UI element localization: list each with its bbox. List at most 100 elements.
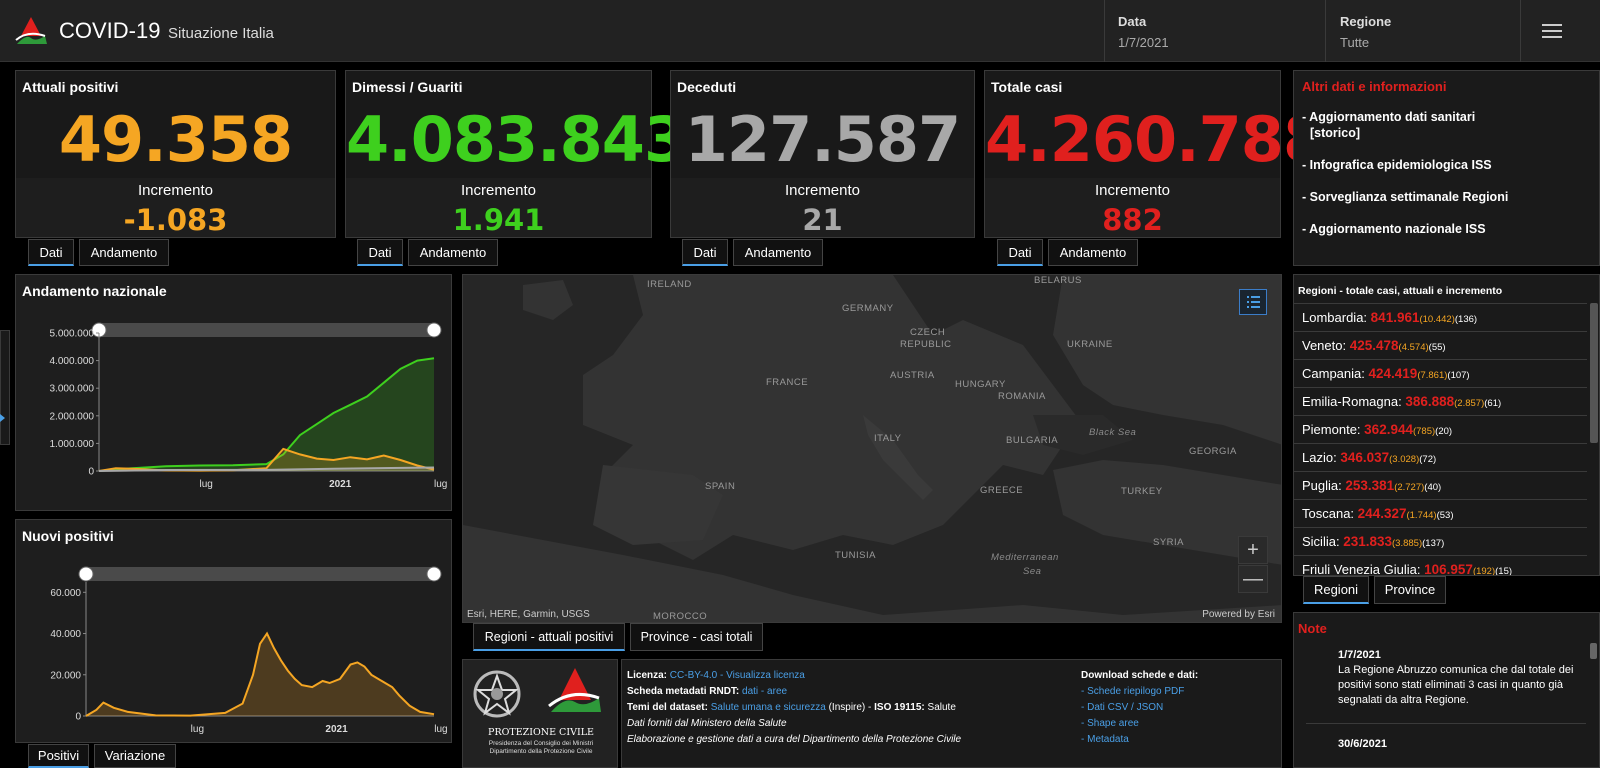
kpi-increment-label: Incremento	[784, 182, 861, 199]
y-tick-label: 40.000	[50, 629, 81, 640]
region-name: Piemonte:	[1302, 422, 1361, 437]
note-divider	[1306, 723, 1586, 724]
link-aggiornamento-iss[interactable]: - Aggiornamento nazionale ISS	[1302, 221, 1486, 237]
repubblica-emblem-icon	[473, 670, 521, 718]
side-panel-collapsed[interactable]	[0, 330, 10, 445]
map-label: TUNISIA	[835, 550, 876, 561]
download-pdf-link[interactable]: Schede riepilogo PDF	[1087, 686, 1184, 697]
region-increment: (55)	[1428, 342, 1446, 353]
region-name: Emilia-Romagna:	[1302, 394, 1402, 409]
range-slider-handle[interactable]	[78, 566, 94, 582]
kpi-value: 4.083.843	[346, 103, 687, 176]
powered-by-esri-link[interactable]: Powered by Esri	[1202, 609, 1275, 620]
region-current: (10.442)	[1419, 314, 1455, 325]
map-label: BULGARIA	[1006, 435, 1059, 446]
kpi-value: 127.587	[684, 103, 961, 176]
tab-province-casi-totali[interactable]: Province - casi totali	[630, 623, 763, 651]
themes-inspire: (Inspire) -	[825, 702, 875, 713]
region-row[interactable]: Lombardia: 841.961(10.442)(136)	[1294, 303, 1587, 331]
tab-regioni[interactable]: Regioni	[1303, 576, 1369, 604]
metadata-separator: -	[758, 686, 768, 697]
region-current: (7.861)	[1417, 370, 1448, 381]
kpi-title: Deceduti	[677, 79, 737, 95]
metadata-dati-link[interactable]: dati	[742, 686, 758, 697]
link-sorveglianza-regioni[interactable]: - Sorveglianza settimanale Regioni	[1302, 189, 1508, 205]
tab-andamento[interactable]: Andamento	[79, 239, 169, 266]
footer-info-panel: Licenza: CC-BY-4.0 - Visualizza licenza …	[621, 659, 1282, 768]
tab-regioni-attuali-positivi[interactable]: Regioni - attuali positivi	[473, 623, 625, 651]
tab-province[interactable]: Province	[1374, 576, 1446, 604]
region-row[interactable]: Toscana: 244.327(1.744)(53)	[1294, 499, 1587, 527]
region-row[interactable]: Friuli Venezia Giulia: 106.957(192)(15)	[1294, 555, 1587, 576]
range-slider-handle[interactable]	[426, 322, 442, 338]
regions-title: Regioni - totale casi, attuali e increme…	[1298, 285, 1503, 297]
y-tick-label: 60.000	[50, 588, 81, 599]
themes-link[interactable]: Salute umana e sicurezza	[711, 702, 826, 713]
download-shape-link[interactable]: Shape aree	[1087, 718, 1139, 729]
map-label: GREECE	[980, 485, 1024, 496]
region-row[interactable]: Puglia: 253.381(2.727)(40)	[1294, 471, 1587, 499]
kpi-deceduti: Deceduti 127.587 Incremento 21	[670, 70, 975, 238]
tab-dati[interactable]: Dati	[357, 239, 403, 266]
region-row[interactable]: Piemonte: 362.944(785)(20)	[1294, 415, 1587, 443]
region-name: Puglia:	[1302, 478, 1342, 493]
map-label: CZECH	[910, 327, 946, 338]
view-license-link[interactable]: Visualizza licenza	[726, 670, 805, 681]
region-row[interactable]: Campania: 424.419(7.861)(107)	[1294, 359, 1587, 387]
region-increment: (20)	[1435, 426, 1453, 437]
map-label: ITALY	[874, 433, 902, 444]
region-name: Friuli Venezia Giulia:	[1302, 562, 1421, 576]
date-selector[interactable]: 1/7/2021	[1118, 35, 1169, 50]
license-link[interactable]: CC-BY-4.0	[670, 670, 717, 681]
region-increment: (61)	[1484, 398, 1502, 409]
download-metadata-link[interactable]: Metadata	[1087, 734, 1129, 745]
tab-positivi[interactable]: Positivi	[28, 744, 89, 768]
zoom-out-button[interactable]: —	[1238, 565, 1268, 593]
region-row[interactable]: Sicilia: 231.833(3.885)(137)	[1294, 527, 1587, 555]
hamburger-menu-icon[interactable]	[1540, 20, 1564, 42]
region-name: Veneto:	[1302, 338, 1347, 353]
region-increment: (137)	[1422, 538, 1445, 549]
tab-dati[interactable]: Dati	[682, 239, 728, 266]
link-storico[interactable]: [storico]	[1310, 125, 1360, 141]
map-basemap	[463, 275, 1281, 622]
map-label: FRANCE	[766, 377, 809, 388]
download-csv-json-link[interactable]: Dati CSV / JSON	[1087, 702, 1163, 713]
data-management-text: Elaborazione e gestione dati a cura del …	[627, 734, 962, 745]
map-view[interactable]: IRELAND BELARUS GERMANY CZECH REPUBLIC U…	[462, 274, 1282, 623]
notes-scrollbar[interactable]	[1590, 643, 1597, 659]
expand-arrow-icon[interactable]	[0, 414, 5, 422]
tab-dati[interactable]: Dati	[997, 239, 1043, 266]
map-legend-button[interactable]	[1239, 289, 1267, 315]
region-current: (3.028)	[1389, 454, 1420, 465]
regions-scrollbar[interactable]	[1590, 303, 1598, 443]
map-label: HUNGARY	[955, 379, 1006, 390]
kpi-dimessi-guariti: Dimessi / Guariti 4.083.843 Incremento 1…	[345, 70, 687, 238]
region-row[interactable]: Emilia-Romagna: 386.888(2.857)(61)	[1294, 387, 1587, 415]
protezione-civile-logo-icon	[15, 17, 47, 44]
region-row[interactable]: Veneto: 425.478(4.574)(55)	[1294, 331, 1587, 359]
tab-andamento[interactable]: Andamento	[408, 239, 498, 266]
region-selector[interactable]: Tutte	[1340, 35, 1369, 50]
themes-label: Temi del dataset:	[627, 702, 708, 713]
tab-andamento[interactable]: Andamento	[733, 239, 823, 266]
metadata-aree-link[interactable]: aree	[767, 686, 787, 697]
region-row[interactable]: Lazio: 346.037(3.028)(72)	[1294, 443, 1587, 471]
list-icon	[1247, 296, 1260, 308]
range-slider-handle[interactable]	[426, 566, 442, 582]
notes-title: Note	[1298, 621, 1327, 636]
tab-dati[interactable]: Dati	[28, 239, 74, 266]
region-total: 106.957	[1424, 562, 1473, 576]
tab-variazione[interactable]: Variazione	[94, 744, 176, 768]
zoom-in-button[interactable]: +	[1238, 536, 1268, 564]
data-source-text: Dati forniti dal Ministero della Salute	[627, 718, 787, 729]
chart-andamento-nazionale: Andamento nazionale 5.000.000 4.000.000 3.…	[15, 274, 452, 511]
link-infografica-iss[interactable]: - Infografica epidemiologica ISS	[1302, 157, 1492, 173]
y-tick-label: 0	[88, 467, 94, 478]
region-label: Regione	[1340, 14, 1392, 29]
app-subtitle: Situazione Italia	[168, 25, 274, 42]
kpi-increment-label: Incremento	[1094, 182, 1171, 199]
x-tick-label: 2021	[325, 724, 348, 735]
tab-andamento[interactable]: Andamento	[1048, 239, 1138, 266]
link-aggiornamento-dati-sanitari[interactable]: - Aggiornamento dati sanitari	[1302, 109, 1475, 125]
